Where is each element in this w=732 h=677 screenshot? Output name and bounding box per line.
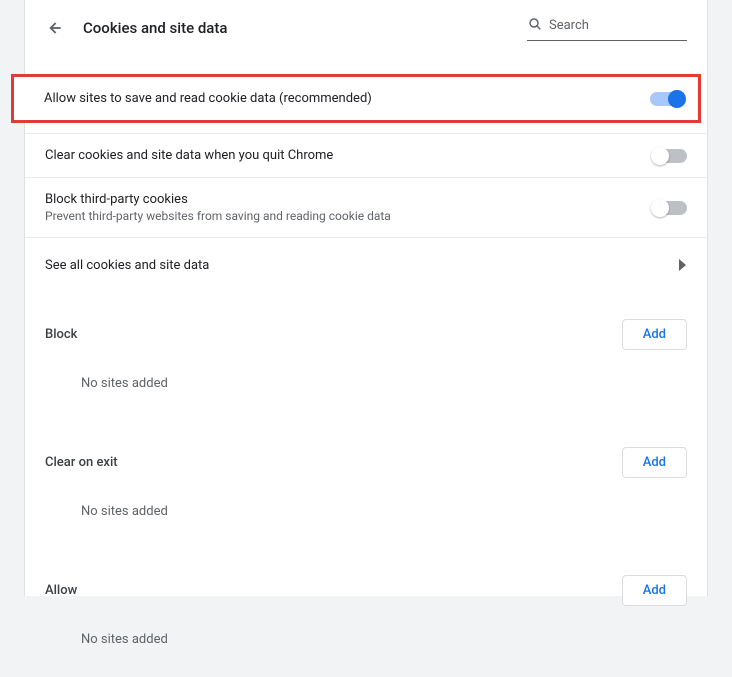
back-button[interactable] [43, 17, 65, 39]
search-field[interactable] [527, 16, 687, 41]
empty-state-text: No sites added [45, 612, 687, 677]
setting-block-third-party[interactable]: Block third-party cookies Prevent third-… [25, 178, 707, 238]
setting-label: Clear cookies and site data when you qui… [45, 148, 653, 163]
toggle-knob [651, 199, 669, 217]
section-title: Block [45, 327, 77, 342]
search-input[interactable] [549, 18, 687, 33]
arrow-left-icon [44, 18, 64, 38]
setting-clear-on-quit[interactable]: Clear cookies and site data when you qui… [25, 134, 707, 178]
setting-label: Allow sites to save and read cookie data… [44, 91, 650, 106]
toggle-knob [651, 147, 669, 165]
site-section-block: Block Add No sites added [25, 293, 707, 421]
toggle-allow-cookies[interactable] [650, 92, 684, 106]
setting-sublabel: Prevent third-party websites from saving… [45, 209, 653, 223]
site-section-allow: Allow Add No sites added [25, 549, 707, 677]
search-icon [527, 16, 543, 36]
page-title: Cookies and site data [83, 19, 527, 37]
empty-state-text: No sites added [45, 484, 687, 549]
empty-state-text: No sites added [45, 356, 687, 421]
chevron-right-icon [679, 256, 687, 275]
add-button-clear-on-exit[interactable]: Add [622, 447, 687, 478]
toggle-block-third-party[interactable] [653, 201, 687, 215]
setting-label: Block third-party cookies [45, 192, 653, 207]
section-title: Clear on exit [45, 455, 118, 470]
add-button-block[interactable]: Add [622, 319, 687, 350]
toggle-knob [668, 90, 686, 108]
link-label: See all cookies and site data [45, 258, 679, 273]
see-all-cookies-link[interactable]: See all cookies and site data [25, 238, 707, 293]
toggle-clear-on-quit[interactable] [653, 149, 687, 163]
setting-allow-cookies[interactable]: Allow sites to save and read cookie data… [11, 74, 701, 123]
add-button-allow[interactable]: Add [622, 575, 687, 606]
site-section-clear-on-exit: Clear on exit Add No sites added [25, 421, 707, 549]
